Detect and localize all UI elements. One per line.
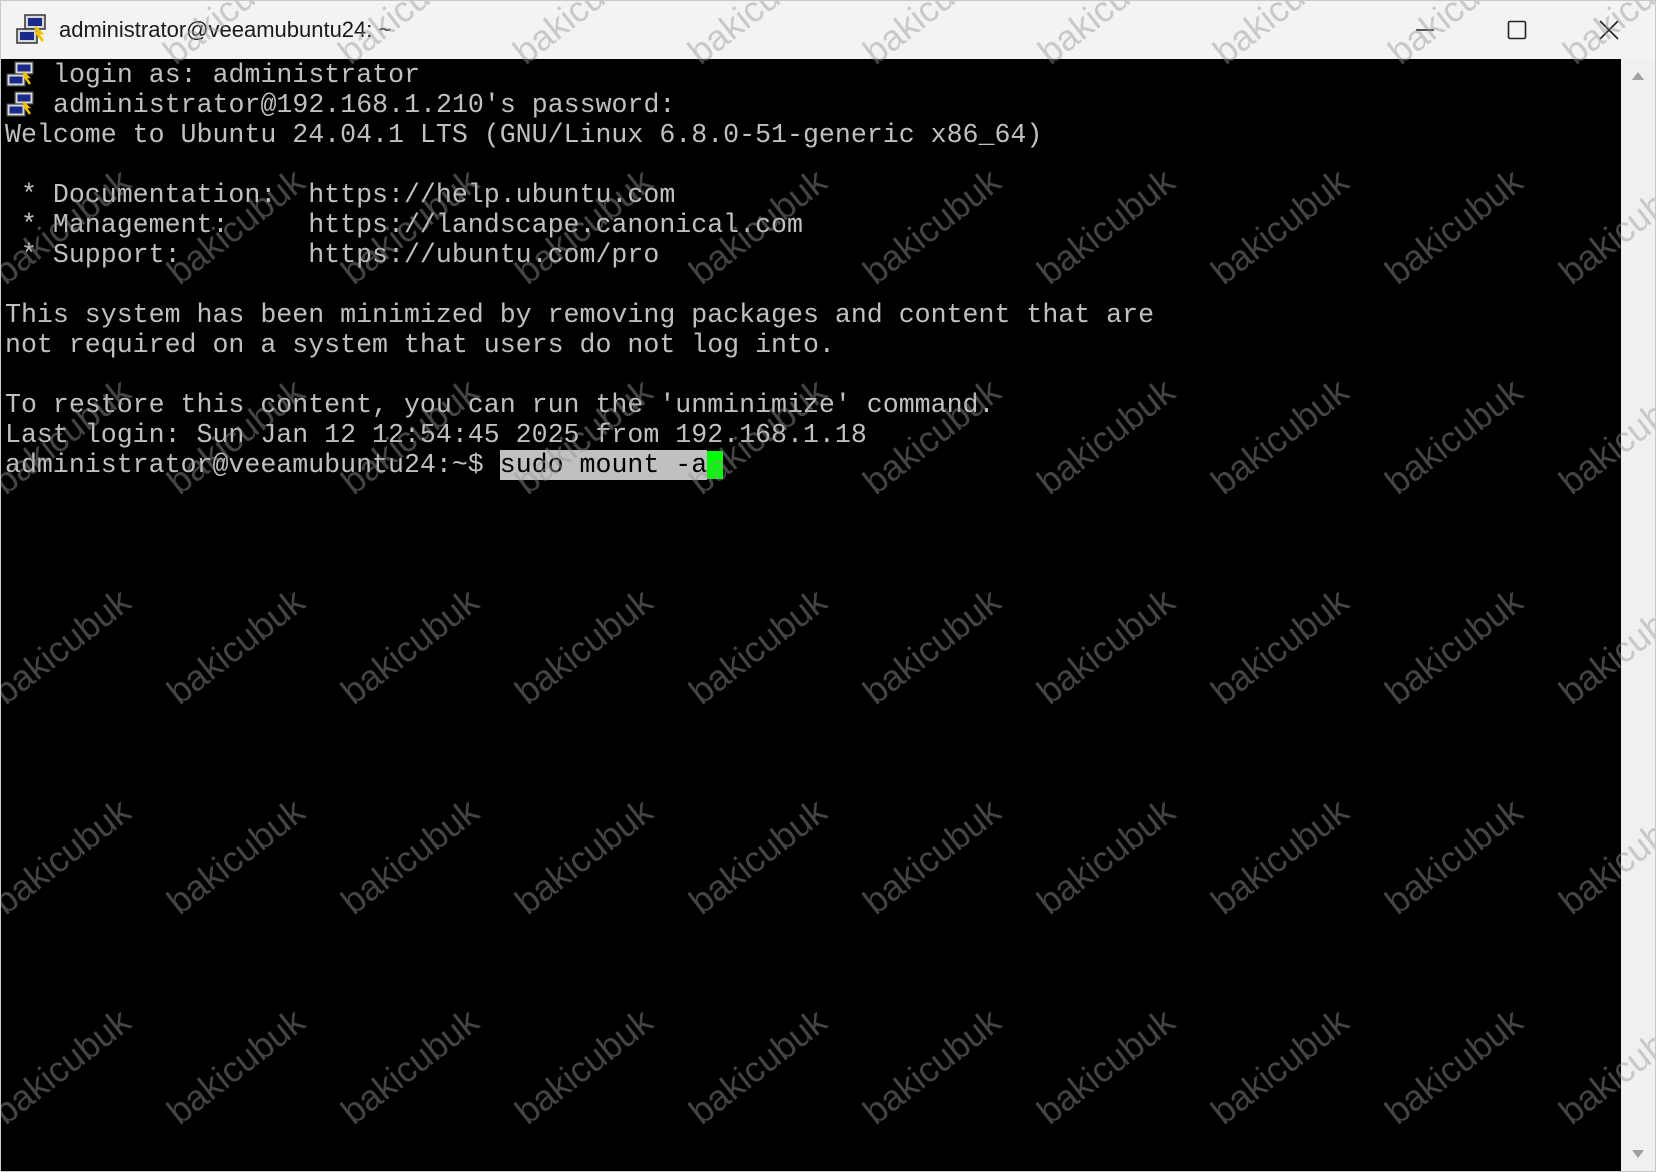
minimize-button[interactable] (1379, 1, 1471, 59)
terminal-line-text: This system has been minimized by removi… (5, 300, 1155, 330)
scroll-down-button[interactable] (1621, 1143, 1655, 1165)
terminal-line-text: To restore this content, you can run the… (5, 390, 995, 420)
terminal-line: This system has been minimized by removi… (5, 300, 1154, 330)
terminal-line-text: Last login: Sun Jan 12 12:54:45 2025 fro… (5, 420, 867, 450)
maximize-button[interactable] (1471, 1, 1563, 59)
minimize-icon (1416, 29, 1434, 31)
terminal-line-text: * Documentation: https://help.ubuntu.com (5, 180, 676, 210)
vertical-scrollbar[interactable] (1621, 59, 1655, 1171)
terminal-output: login as: administrator administrator@192… (5, 60, 1154, 480)
terminal-line-text: * Management: https://landscape.canonica… (5, 210, 803, 240)
terminal-line: * Management: https://landscape.canonica… (5, 210, 1154, 240)
window-title: administrator@veeamubuntu24: ~ (59, 17, 392, 42)
terminal-line: Welcome to Ubuntu 24.04.1 LTS (GNU/Linux… (5, 120, 1154, 150)
putty-line-icon (6, 91, 34, 117)
text-cursor (707, 451, 724, 479)
terminal-line: * Support: https://ubuntu.com/pro (5, 240, 1154, 270)
terminal-line-text: administrator@192.168.1.210's password: (53, 90, 676, 120)
terminal-window: administrator@veeamubuntu24: ~ login as:… (0, 0, 1656, 1172)
terminal-line: login as: administrator (5, 60, 1154, 90)
scroll-up-icon (1632, 72, 1644, 80)
terminal-line: Last login: Sun Jan 12 12:54:45 2025 fro… (5, 420, 1154, 450)
title-bar[interactable]: administrator@veeamubuntu24: ~ (1, 1, 1655, 59)
putty-icon[interactable] (15, 13, 49, 47)
terminal-line: not required on a system that users do n… (5, 330, 1154, 360)
putty-line-icon (6, 61, 34, 87)
terminal-line-text: Welcome to Ubuntu 24.04.1 LTS (GNU/Linux… (5, 120, 1043, 150)
close-button[interactable] (1563, 1, 1655, 59)
terminal-line-text: * Support: https://ubuntu.com/pro (5, 240, 660, 270)
maximize-icon (1507, 20, 1527, 40)
terminal-line-text: login as: administrator (53, 60, 421, 90)
prompt-line: administrator@veeamubuntu24:~$ sudo moun… (5, 450, 1154, 480)
window-controls (1379, 1, 1655, 59)
scroll-down-icon (1632, 1150, 1644, 1158)
scroll-up-button[interactable] (1621, 65, 1655, 87)
close-icon (1599, 20, 1619, 40)
terminal-line: administrator@192.168.1.210's password: (5, 90, 1154, 120)
terminal-line: To restore this content, you can run the… (5, 390, 1154, 420)
terminal-area[interactable]: login as: administrator administrator@192… (1, 59, 1621, 1171)
terminal-line-text: not required on a system that users do n… (5, 330, 835, 360)
terminal-line: * Documentation: https://help.ubuntu.com (5, 180, 1154, 210)
shell-prompt: administrator@veeamubuntu24:~$ (5, 450, 500, 480)
typed-command[interactable]: sudo mount -a (499, 450, 708, 480)
